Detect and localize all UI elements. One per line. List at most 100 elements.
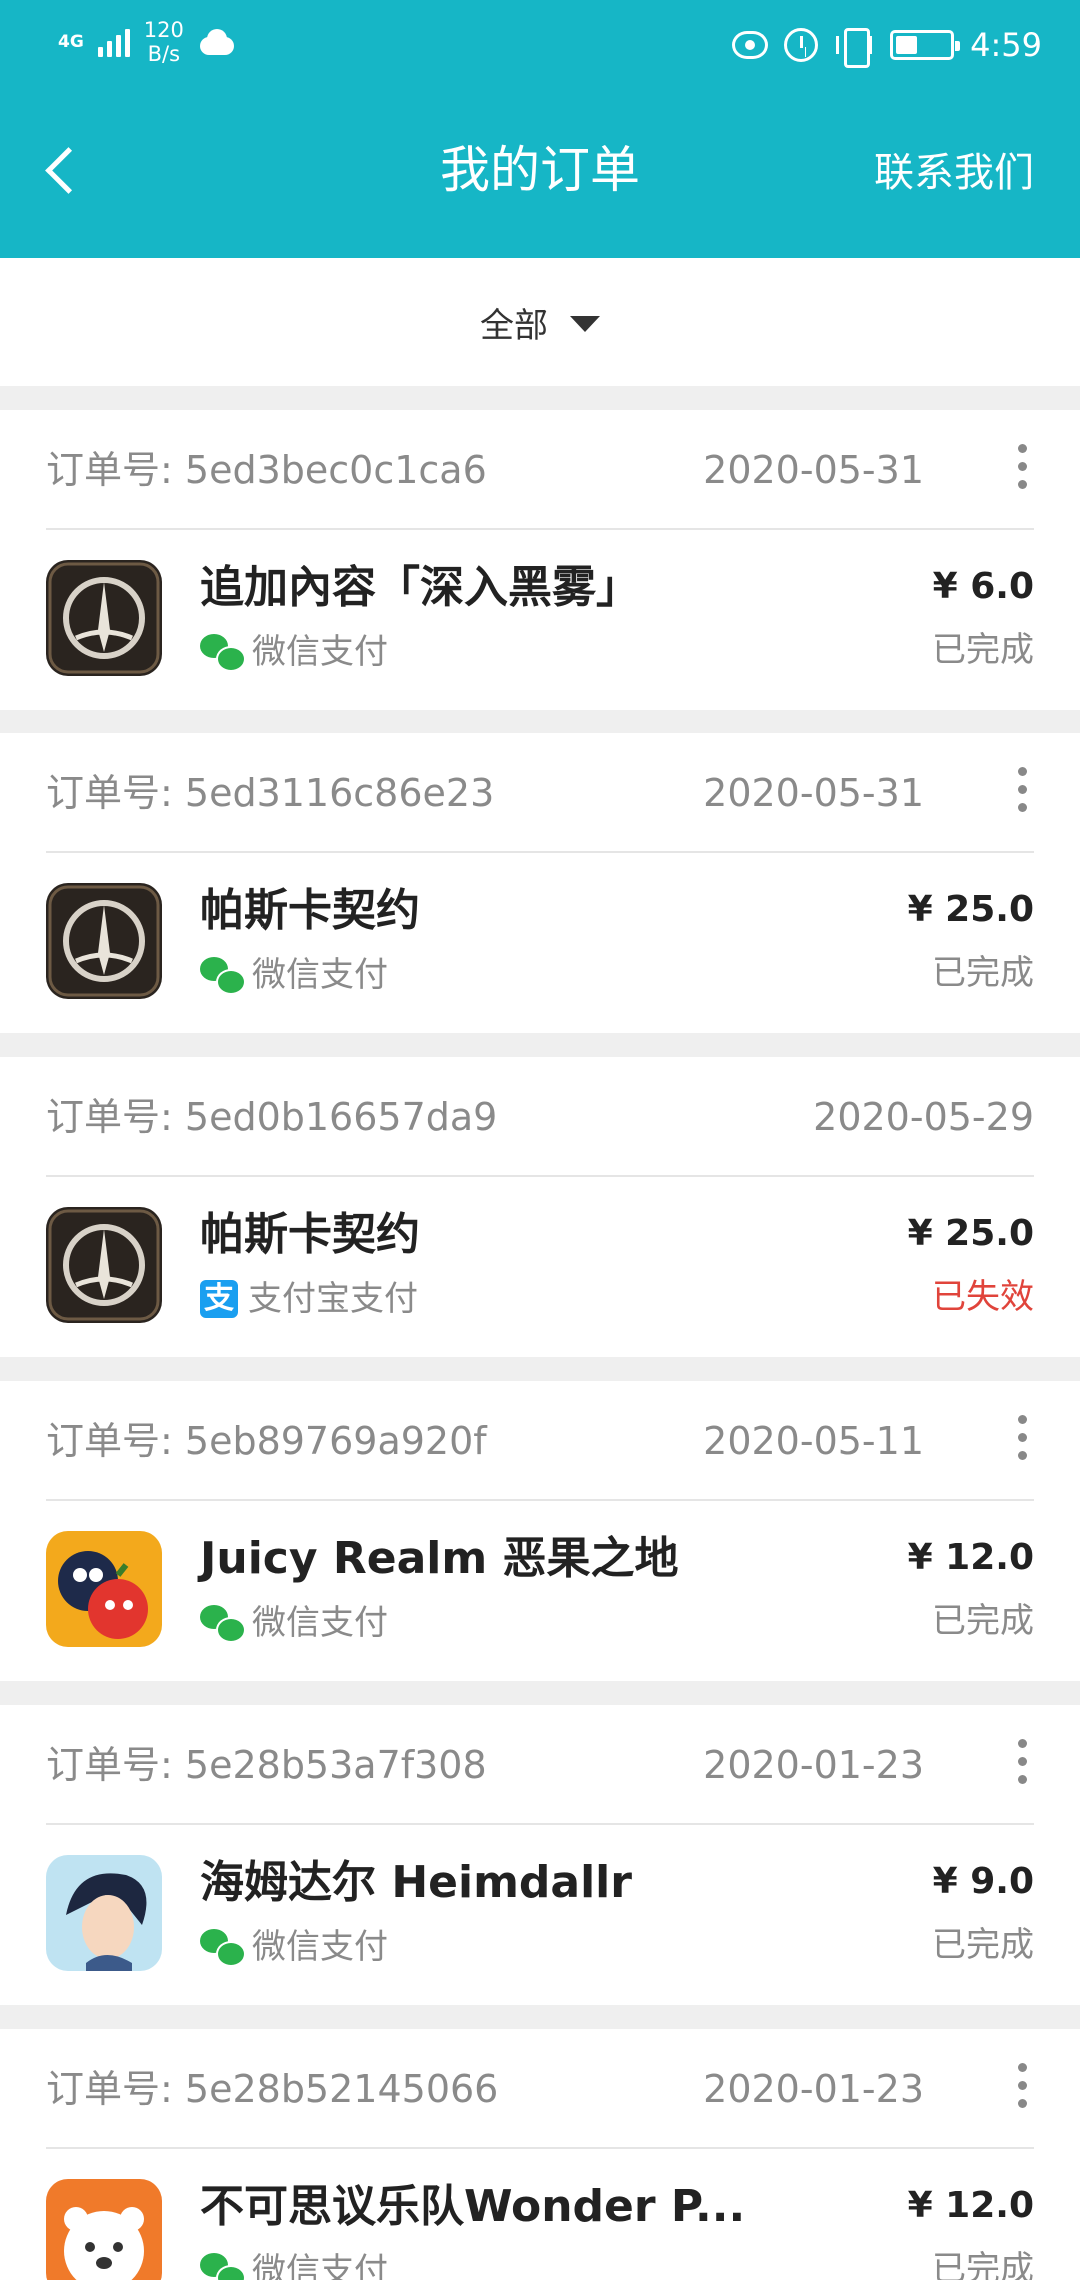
order-status: 已完成 — [932, 1601, 1034, 1641]
payment-method-label: 微信支付 — [252, 1927, 388, 1967]
network-speed: 120 B/s — [144, 18, 184, 66]
status-right: 4:59 — [732, 26, 1042, 68]
payment-method: 微信支付 — [200, 1603, 388, 1643]
alipay-icon: 支 — [200, 1280, 238, 1318]
order-number-value: 5eb89769a920f — [184, 1419, 487, 1463]
alarm-icon — [784, 28, 819, 62]
battery-icon — [890, 30, 961, 60]
order-card[interactable]: 订单号: 5ed3116c86e23 2020-05-31 帕斯卡契约 微信支付… — [0, 733, 1080, 1033]
order-price: ¥ 25.0 — [907, 1213, 1034, 1254]
pascal-contract-icon — [46, 1207, 162, 1323]
product-name: 帕斯卡契约 — [200, 885, 420, 936]
payment-method: 微信支付 — [200, 1927, 388, 1967]
speed-unit: B/s — [147, 42, 181, 66]
order-card[interactable]: 订单号: 5e28b53a7f308 2020-01-23 海姆达尔 Heimd… — [0, 1705, 1080, 2005]
order-number: 订单号: 5e28b53a7f308 — [46, 1741, 487, 1789]
product-name: 追加內容「深入黑雾」 — [200, 562, 640, 613]
eye-comfort-icon — [732, 31, 769, 59]
order-status: 已完成 — [932, 630, 1034, 670]
status-bar: 4G 120 B/s 4:59 — [0, 0, 1080, 92]
pascal-contract-icon — [46, 883, 162, 999]
order-header: 订单号: 5e28b52145066 2020-01-23 — [46, 2029, 1034, 2149]
order-header: 订单号: 5ed3bec0c1ca6 2020-05-31 — [46, 410, 1034, 530]
wechat-pay-icon — [200, 634, 246, 672]
more-options-icon[interactable] — [1016, 2063, 1028, 2109]
payment-method: 支 支付宝支付 — [200, 1279, 418, 1319]
product-name: 不可思议乐队Wonder P... — [200, 2181, 746, 2232]
order-header: 订单号: 5ed0b16657da9 2020-05-29 — [46, 1057, 1034, 1177]
wechat-pay-icon — [200, 1605, 246, 1643]
network-type: 4G — [58, 32, 84, 52]
clock: 4:59 — [970, 26, 1042, 64]
order-header: 订单号: 5eb89769a920f 2020-05-11 — [46, 1381, 1034, 1501]
order-status: 已完成 — [932, 1925, 1034, 1965]
wechat-pay-icon — [200, 957, 246, 995]
order-number: 订单号: 5ed3bec0c1ca6 — [46, 446, 487, 494]
order-date: 2020-01-23 — [703, 1743, 924, 1787]
status-left: 4G 120 B/s — [58, 18, 236, 66]
juicy-realm-icon — [46, 1531, 162, 1647]
contact-us-button[interactable]: 联系我们 — [874, 148, 1034, 198]
product-name: 帕斯卡契约 — [200, 1209, 420, 1260]
order-number-label: 订单号: — [46, 2067, 173, 2111]
order-card[interactable]: 订单号: 5ed3bec0c1ca6 2020-05-31 追加內容「深入黑雾」… — [0, 410, 1080, 710]
order-date: 2020-05-11 — [703, 1419, 924, 1463]
order-number-label: 订单号: — [46, 448, 173, 492]
vibrate-icon — [834, 28, 874, 68]
cloud-alert-icon — [198, 29, 236, 55]
order-number-value: 5e28b53a7f308 — [184, 1743, 487, 1787]
payment-method-label: 微信支付 — [252, 955, 388, 995]
order-filter-dropdown[interactable]: 全部 — [0, 258, 1080, 386]
order-price: ¥ 12.0 — [907, 2185, 1034, 2226]
order-price: ¥ 12.0 — [907, 1537, 1034, 1578]
order-number-value: 5ed0b16657da9 — [184, 1095, 498, 1139]
more-options-icon[interactable] — [1016, 1739, 1028, 1785]
signal-icon — [97, 27, 130, 57]
wechat-pay-icon — [200, 1929, 246, 1967]
order-number-label: 订单号: — [46, 1419, 173, 1463]
wonder-party-icon — [46, 2179, 162, 2280]
payment-method-label: 支付宝支付 — [248, 1279, 418, 1319]
app-header: 4G 120 B/s 4:59 我的订单 联系我们 — [0, 0, 1080, 258]
more-options-icon[interactable] — [1016, 767, 1028, 813]
speed-value: 120 — [143, 18, 184, 42]
more-options-icon[interactable] — [1016, 1415, 1028, 1461]
caret-down-icon — [570, 316, 600, 332]
payment-method-label: 微信支付 — [252, 1603, 388, 1643]
product-name: Juicy Realm 恶果之地 — [200, 1533, 679, 1584]
order-header: 订单号: 5e28b53a7f308 2020-01-23 — [46, 1705, 1034, 1825]
order-date: 2020-05-29 — [813, 1095, 1034, 1139]
battery-level — [896, 36, 917, 54]
order-header: 订单号: 5ed3116c86e23 2020-05-31 — [46, 733, 1034, 853]
order-number-label: 订单号: — [46, 1743, 173, 1787]
order-card[interactable]: 订单号: 5eb89769a920f 2020-05-11 Juicy Real… — [0, 1381, 1080, 1681]
order-status: 已完成 — [932, 2249, 1034, 2280]
order-number-value: 5ed3116c86e23 — [184, 771, 495, 815]
order-number-label: 订单号: — [46, 771, 173, 815]
order-number: 订单号: 5e28b52145066 — [46, 2065, 498, 2113]
order-price: ¥ 6.0 — [932, 566, 1034, 607]
order-number-label: 订单号: — [46, 1095, 173, 1139]
order-number: 订单号: 5eb89769a920f — [46, 1417, 487, 1465]
order-status: 已失效 — [932, 1277, 1034, 1317]
order-number-value: 5ed3bec0c1ca6 — [184, 448, 487, 492]
order-number: 订单号: 5ed0b16657da9 — [46, 1093, 497, 1141]
order-status: 已完成 — [932, 953, 1034, 993]
order-date: 2020-01-23 — [703, 2067, 924, 2111]
payment-method-label: 微信支付 — [252, 632, 388, 672]
order-card[interactable]: 订单号: 5ed0b16657da9 2020-05-29 帕斯卡契约 支 支付… — [0, 1057, 1080, 1357]
order-price: ¥ 9.0 — [932, 1861, 1034, 1902]
payment-method: 微信支付 — [200, 2251, 388, 2280]
heimdallr-icon — [46, 1855, 162, 1971]
product-name: 海姆达尔 Heimdallr — [200, 1857, 632, 1908]
order-date: 2020-05-31 — [703, 448, 924, 492]
payment-method-label: 微信支付 — [252, 2251, 388, 2280]
order-number: 订单号: 5ed3116c86e23 — [46, 769, 494, 817]
more-options-icon[interactable] — [1016, 444, 1028, 490]
payment-method: 微信支付 — [200, 955, 388, 995]
filter-label: 全部 — [480, 305, 548, 346]
order-number-value: 5e28b52145066 — [184, 2067, 499, 2111]
order-card[interactable]: 订单号: 5e28b52145066 2020-01-23 不可思议乐队Wond… — [0, 2029, 1080, 2280]
order-price: ¥ 25.0 — [907, 889, 1034, 930]
pascal-contract-icon — [46, 560, 162, 676]
